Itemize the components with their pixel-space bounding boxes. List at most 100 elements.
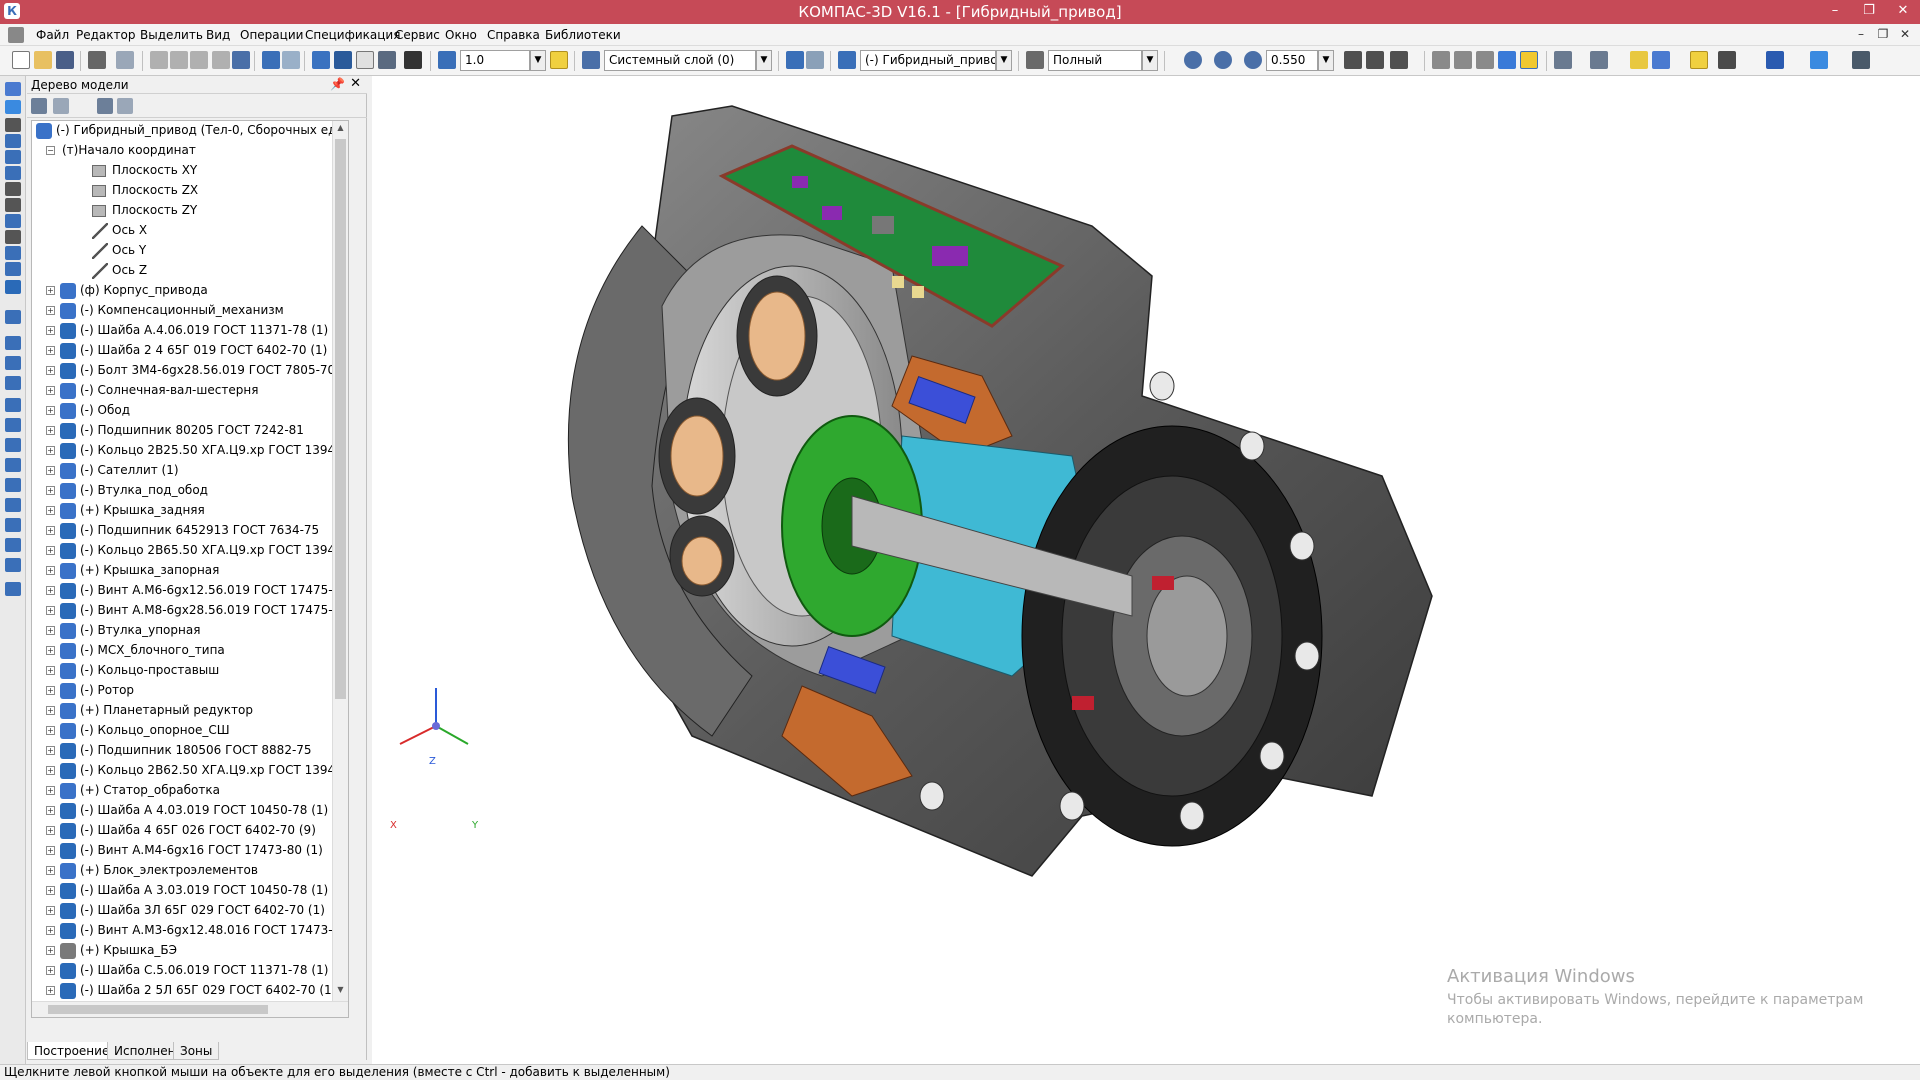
- assembly-context-icon[interactable]: [838, 51, 856, 69]
- point-icon[interactable]: [5, 230, 21, 244]
- zoom-window-icon[interactable]: [1184, 51, 1202, 69]
- calculator-icon[interactable]: [378, 51, 396, 69]
- tree-horizontal-scrollbar[interactable]: [32, 1001, 348, 1017]
- close-button[interactable]: ✕: [1886, 0, 1920, 24]
- sketch-icon[interactable]: [5, 118, 21, 132]
- orient-icon[interactable]: [1390, 51, 1408, 69]
- expand-icon[interactable]: +: [46, 786, 55, 795]
- manager-icon[interactable]: [312, 51, 330, 69]
- menu-file[interactable]: Файл: [36, 28, 69, 42]
- expand-icon[interactable]: +: [46, 826, 55, 835]
- restore-button[interactable]: ❐: [1852, 0, 1886, 24]
- new-document-icon[interactable]: [12, 51, 30, 69]
- expand-icon[interactable]: +: [46, 966, 55, 975]
- expand-icon[interactable]: +: [46, 846, 55, 855]
- menu-view[interactable]: Вид: [206, 28, 230, 42]
- expand-icon[interactable]: +: [46, 286, 55, 295]
- doc-minimize-button[interactable]: –: [1850, 27, 1872, 41]
- mold-icon[interactable]: [5, 478, 21, 492]
- expand-icon[interactable]: +: [46, 646, 55, 655]
- properties-icon[interactable]: [232, 51, 250, 69]
- expand-icon[interactable]: +: [46, 706, 55, 715]
- pin-icon[interactable]: 📌: [330, 77, 345, 91]
- panel-close-icon[interactable]: ✕: [350, 76, 361, 91]
- curve-icon[interactable]: [5, 198, 21, 212]
- expand-icon[interactable]: +: [46, 946, 55, 955]
- expand-icon[interactable]: +: [46, 746, 55, 755]
- variables-icon[interactable]: [356, 51, 374, 69]
- macro-icon[interactable]: [1766, 51, 1784, 69]
- zoom-scale-icon[interactable]: [1244, 51, 1262, 69]
- frame-icon[interactable]: [5, 418, 21, 432]
- tab-build[interactable]: Построение: [27, 1042, 117, 1060]
- weld-icon[interactable]: [5, 438, 21, 452]
- step-dropdown-arrow[interactable]: ▼: [530, 50, 546, 71]
- print-icon[interactable]: [88, 51, 106, 69]
- pipe-icon[interactable]: [5, 376, 21, 390]
- expand-icon[interactable]: +: [46, 306, 55, 315]
- expand-icon[interactable]: +: [46, 486, 55, 495]
- filter-icon[interactable]: [1554, 51, 1572, 69]
- format-painter-icon[interactable]: [212, 51, 230, 69]
- open-folder-icon[interactable]: [34, 51, 52, 69]
- display-mode-icon[interactable]: [1026, 51, 1044, 69]
- menu-edit[interactable]: Редактор: [76, 28, 135, 42]
- orientation-icon[interactable]: [806, 51, 824, 69]
- measure-tool-icon[interactable]: [5, 182, 21, 196]
- doc-close-button[interactable]: ✕: [1894, 27, 1916, 41]
- expand-icon[interactable]: +: [46, 726, 55, 735]
- menu-libraries[interactable]: Библиотеки: [545, 28, 621, 42]
- scroll-thumb[interactable]: [335, 139, 346, 699]
- thin-hidden-icon[interactable]: [1476, 51, 1494, 69]
- scroll-down-arrow[interactable]: ▼: [335, 985, 346, 999]
- layer-icon[interactable]: [582, 51, 600, 69]
- zoom-dropdown-arrow[interactable]: ▼: [1318, 50, 1334, 71]
- electric-icon[interactable]: [5, 498, 21, 512]
- assembly-dropdown-arrow[interactable]: ▼: [996, 50, 1012, 71]
- step-input[interactable]: 1.0: [460, 50, 530, 71]
- menu-operations[interactable]: Операции: [240, 28, 303, 42]
- expand-icon[interactable]: +: [46, 886, 55, 895]
- settings-icon[interactable]: [1852, 51, 1870, 69]
- expand-icon[interactable]: +: [46, 446, 55, 455]
- local-cs-icon[interactable]: [786, 51, 804, 69]
- expand-icon[interactable]: +: [46, 406, 55, 415]
- display-mode-select[interactable]: Полный: [1048, 50, 1142, 71]
- mirror-icon[interactable]: [5, 166, 21, 180]
- expand-icon[interactable]: +: [46, 326, 55, 335]
- report-icon[interactable]: [5, 262, 21, 276]
- expand-icon[interactable]: +: [46, 506, 55, 515]
- expand-icon[interactable]: +: [46, 766, 55, 775]
- expand-icon[interactable]: +: [46, 666, 55, 675]
- collapse-icon[interactable]: −: [46, 146, 55, 155]
- menu-window[interactable]: Окно: [445, 28, 477, 42]
- mate-icon[interactable]: [1652, 51, 1670, 69]
- assembly-select[interactable]: (-) Гибридный_приво: [860, 50, 996, 71]
- expand-icon[interactable]: +: [46, 466, 55, 475]
- minimize-button[interactable]: –: [1818, 0, 1852, 24]
- hidden-lines-icon[interactable]: [1454, 51, 1472, 69]
- step-cursor-icon[interactable]: [438, 51, 456, 69]
- redo-icon[interactable]: [282, 51, 300, 69]
- shaded-icon[interactable]: [1498, 51, 1516, 69]
- copy-icon[interactable]: [170, 51, 188, 69]
- expand-icon[interactable]: +: [46, 686, 55, 695]
- document-icon[interactable]: [8, 27, 24, 43]
- menu-select[interactable]: Выделить: [140, 28, 203, 42]
- save-icon[interactable]: [56, 51, 74, 69]
- help-pointer-icon[interactable]: [404, 51, 422, 69]
- preview-icon[interactable]: [116, 51, 134, 69]
- cut-icon[interactable]: [150, 51, 168, 69]
- expand-icon[interactable]: +: [46, 346, 55, 355]
- menu-specification[interactable]: Спецификация: [305, 28, 400, 42]
- expand-icon[interactable]: +: [46, 906, 55, 915]
- edit-assembly-icon[interactable]: [5, 82, 21, 96]
- layer-dropdown-arrow[interactable]: ▼: [756, 50, 772, 71]
- spring-icon[interactable]: [5, 356, 21, 370]
- h-scroll-thumb[interactable]: [48, 1005, 268, 1014]
- wireframe-icon[interactable]: [1432, 51, 1450, 69]
- gear-tool-icon[interactable]: [5, 336, 21, 350]
- extrude-icon[interactable]: [5, 134, 21, 148]
- zoom-input[interactable]: 0.550: [1266, 50, 1318, 71]
- shaded-edges-icon[interactable]: [1520, 51, 1538, 69]
